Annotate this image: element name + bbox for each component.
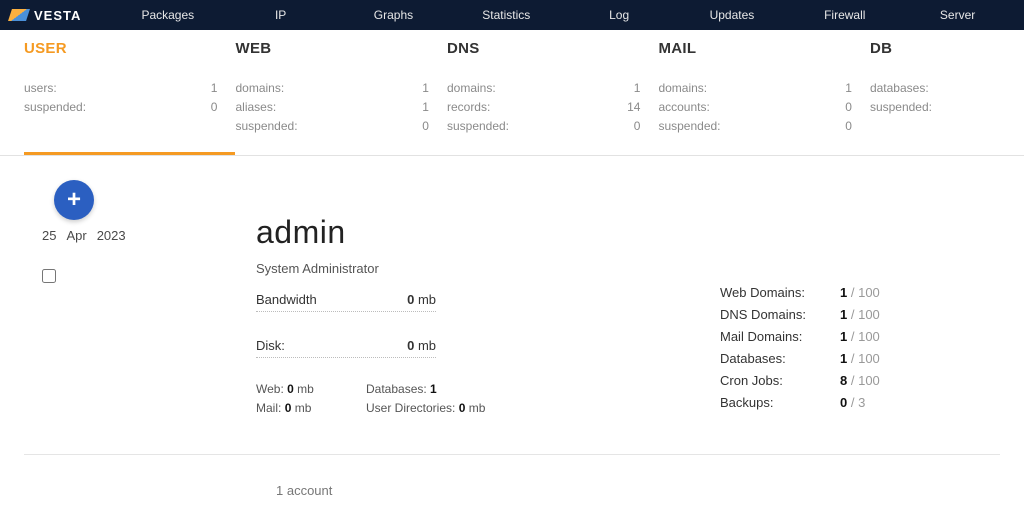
stat-row: suspended:0: [658, 117, 861, 136]
tab-web-label: WEB: [235, 40, 438, 57]
stat-row: accounts:0: [658, 98, 861, 117]
stat-row: domains:1: [235, 79, 438, 98]
stat-row: users:1: [24, 79, 227, 98]
nav-packages[interactable]: Packages: [111, 0, 224, 30]
stat-row: aliases:1: [235, 98, 438, 117]
limit-backups: Backups:0 / 3: [720, 392, 980, 414]
disk-value: 0 mb: [407, 338, 436, 353]
tab-user-label: USER: [24, 40, 227, 57]
meter-bandwidth: Bandwidth 0 mb: [256, 286, 436, 312]
mini-col-right: Databases: 1 User Directories: 0 mb: [366, 380, 526, 418]
limit-dns-domains: DNS Domains:1 / 100: [720, 304, 980, 326]
mini-web: Web: 0 mb: [256, 380, 366, 399]
date-day: 25: [42, 228, 56, 243]
bandwidth-value: 0 mb: [407, 292, 436, 307]
mini-col-left: Web: 0 mb Mail: 0 mb: [256, 380, 366, 418]
select-user-checkbox[interactable]: [42, 269, 56, 283]
nav-ip[interactable]: IP: [224, 0, 337, 30]
accounts-count: 1 account: [0, 455, 1024, 508]
nav-log[interactable]: Log: [563, 0, 676, 30]
user-name[interactable]: admin: [256, 214, 700, 251]
bandwidth-label: Bandwidth: [256, 292, 407, 307]
nav-graphs[interactable]: Graphs: [337, 0, 450, 30]
meter-disk: Disk: 0 mb: [256, 332, 436, 358]
plus-icon: +: [67, 186, 81, 214]
stat-row: suspended:0: [447, 117, 650, 136]
nav-statistics[interactable]: Statistics: [450, 0, 563, 30]
add-user-button[interactable]: +: [54, 180, 94, 220]
tab-db-label: DB: [870, 40, 992, 57]
user-row-left: + 25 Apr 2023: [24, 156, 256, 454]
user-detail-area: + 25 Apr 2023 admin System Administrator B…: [0, 156, 1024, 455]
stat-row: suspended:0: [235, 117, 438, 136]
select-user-checkbox-holder: [42, 269, 256, 286]
nav-firewall[interactable]: Firewall: [788, 0, 901, 30]
limit-web-domains: Web Domains:1 / 100: [720, 282, 980, 304]
stat-row: suspended:0: [24, 98, 227, 117]
tab-mail-label: MAIL: [658, 40, 861, 57]
user-created-date: 25 Apr 2023: [42, 228, 256, 243]
tab-mail[interactable]: MAIL domains:1 accounts:0 suspended:0: [658, 40, 869, 155]
tab-db[interactable]: DB databases: suspended:: [870, 40, 1000, 155]
limit-cron-jobs: Cron Jobs:8 / 100: [720, 370, 980, 392]
user-row: + 25 Apr 2023 admin System Administrator B…: [24, 156, 1000, 455]
user-row-center: admin System Administrator Bandwidth 0 m…: [256, 156, 700, 454]
stat-row: databases:: [870, 79, 992, 98]
nav-updates[interactable]: Updates: [676, 0, 789, 30]
tab-web[interactable]: WEB domains:1 aliases:1 suspended:0: [235, 40, 446, 155]
limit-mail-domains: Mail Domains:1 / 100: [720, 326, 980, 348]
mini-mail: Mail: 0 mb: [256, 399, 366, 418]
vesta-logo-icon: [8, 9, 30, 21]
stat-row: records:14: [447, 98, 650, 117]
date-month: Apr: [66, 228, 86, 243]
stat-row: suspended:: [870, 98, 992, 117]
brand-logo[interactable]: VESTA: [10, 8, 111, 23]
mini-databases: Databases: 1: [366, 380, 526, 399]
tab-dns-label: DNS: [447, 40, 650, 57]
user-role: System Administrator: [256, 261, 700, 276]
nav-items: Packages IP Graphs Statistics Log Update…: [111, 0, 1014, 30]
user-row-right: Web Domains:1 / 100 DNS Domains:1 / 100 …: [700, 156, 1000, 454]
date-year: 2023: [97, 228, 126, 243]
top-navbar: VESTA Packages IP Graphs Statistics Log …: [0, 0, 1024, 30]
brand-text: VESTA: [34, 8, 81, 23]
section-tabs: USER users:1 suspended:0 WEB domains:1 a…: [0, 30, 1024, 155]
disk-label: Disk:: [256, 338, 407, 353]
tab-user[interactable]: USER users:1 suspended:0: [24, 40, 235, 155]
mini-userdirs: User Directories: 0 mb: [366, 399, 526, 418]
mini-stats: Web: 0 mb Mail: 0 mb Databases: 1 User D…: [256, 380, 700, 418]
tab-dns[interactable]: DNS domains:1 records:14 suspended:0: [447, 40, 658, 155]
stat-row: domains:1: [658, 79, 861, 98]
limit-databases: Databases:1 / 100: [720, 348, 980, 370]
stat-row: domains:1: [447, 79, 650, 98]
nav-server[interactable]: Server: [901, 0, 1014, 30]
